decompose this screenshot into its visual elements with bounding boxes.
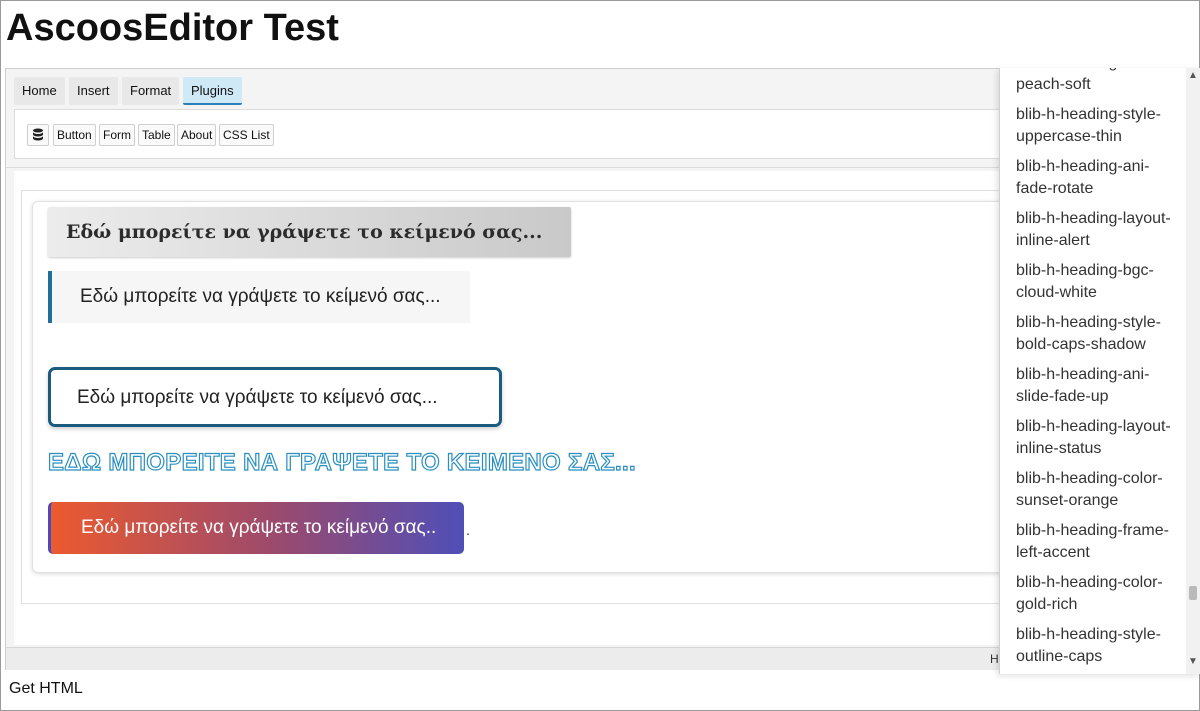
heading-sunset-gradient[interactable]: Εδώ μπορείτε να γράψετε το κείμενό σας..	[48, 502, 464, 554]
scroll-down-icon[interactable]: ▼	[1188, 656, 1198, 667]
tab-insert[interactable]: Insert	[69, 77, 118, 105]
css-class-item[interactable]: blib-h-heading-color-peach-soft	[1016, 68, 1176, 96]
button-plugin-button[interactable]: Button	[53, 124, 96, 146]
heading-gray-gradient[interactable]: Εδώ μπορείτε να γράψετε το κείμενό σας..…	[48, 207, 571, 257]
tab-plugins[interactable]: Plugins	[183, 77, 242, 105]
css-list-button[interactable]: CSS List	[219, 124, 274, 146]
tab-home[interactable]: Home	[14, 77, 65, 105]
css-class-item[interactable]: blib-h-heading-frame-left-accent	[1016, 520, 1176, 564]
css-list-panel: blib-h-heading-color-peach-soft blib-h-h…	[999, 68, 1200, 674]
heading-outline-caps[interactable]: ΕΔΩ ΜΠΟΡΕΙΤΕ ΝΑ ΓΡΑΨΕΤΕ ΤΟ ΚΕΙΜΕΝΟ ΣΑΣ..…	[47, 448, 636, 477]
panel-scrollbar[interactable]: ▲ ▼	[1186, 68, 1200, 674]
heading-framed[interactable]: Εδώ μπορείτε να γράψετε το κείμενό σας..…	[48, 367, 502, 427]
css-class-item[interactable]: blib-h-heading-bgc-cloud-white	[1016, 260, 1176, 304]
form-plugin-button[interactable]: Form	[99, 124, 135, 146]
about-plugin-button[interactable]: About	[177, 124, 217, 146]
css-class-list: blib-h-heading-color-peach-soft blib-h-h…	[1016, 68, 1176, 674]
css-class-item[interactable]: blib-h-heading-color-gold-rich	[1016, 572, 1176, 616]
tab-format[interactable]: Format	[122, 77, 180, 105]
page-title: AscoosEditor Test	[6, 7, 339, 49]
css-class-item[interactable]: blib-h-heading-style-bold-caps-shadow	[1016, 312, 1176, 356]
css-class-item[interactable]: blib-h-heading-ani-slide-fade-up	[1016, 364, 1176, 408]
scroll-thumb[interactable]	[1189, 586, 1197, 600]
css-class-item[interactable]: blib-h-heading-style-uppercase-thin	[1016, 104, 1176, 148]
get-html-button[interactable]: Get HTML	[9, 680, 83, 698]
trailing-dot: .	[466, 522, 470, 538]
database-button[interactable]	[27, 124, 49, 146]
css-class-item[interactable]: blib-h-heading-color-sunset-orange	[1016, 468, 1176, 512]
table-plugin-button[interactable]: Table	[138, 124, 175, 146]
heading-left-accent[interactable]: Εδώ μπορείτε να γράψετε το κείμενό σας..…	[48, 271, 470, 323]
status-text: H	[990, 652, 999, 666]
css-class-item[interactable]: blib-h-heading-layout-inline-alert	[1016, 208, 1176, 252]
css-class-item[interactable]: blib-h-heading-ani-fade-rotate	[1016, 156, 1176, 200]
scroll-up-icon[interactable]: ▲	[1188, 70, 1198, 81]
css-class-item[interactable]: blib-h-heading-style-outline-caps	[1016, 624, 1176, 668]
database-icon	[33, 128, 43, 141]
css-class-item[interactable]: blib-h-heading-layout-inline-status	[1016, 416, 1176, 460]
